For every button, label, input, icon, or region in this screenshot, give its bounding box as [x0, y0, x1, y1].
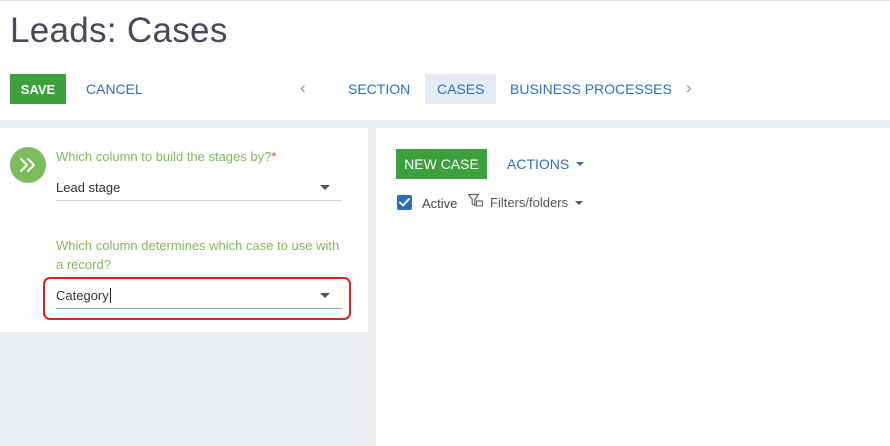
required-mark: *	[271, 149, 277, 164]
caret-down-icon	[575, 200, 584, 205]
stage-column-dropdown[interactable]: Lead stage	[56, 175, 342, 201]
page-title: Leads: Cases	[10, 11, 228, 50]
active-checkbox[interactable]	[397, 195, 412, 210]
caret-down-icon	[576, 162, 585, 166]
cancel-button[interactable]: CANCEL	[78, 74, 151, 104]
text-cursor	[109, 288, 111, 303]
chevron-right-icon[interactable]: ›	[686, 78, 692, 98]
tab-section[interactable]: SECTION	[336, 74, 422, 104]
case-column-dropdown[interactable]: Category	[56, 283, 342, 309]
chevron-left-icon[interactable]: ‹	[300, 78, 306, 98]
double-chevron-right-icon	[10, 147, 46, 183]
new-case-button[interactable]: NEW CASE	[396, 149, 487, 179]
stage-column-label: Which column to build the stages by?*	[56, 147, 276, 166]
case-column-value: Category	[56, 288, 109, 303]
filters-folders-button[interactable]: Filters/folders	[467, 193, 584, 212]
caret-down-icon[interactable]	[320, 293, 330, 298]
stage-column-label-text: Which column to build the stages by?	[56, 149, 272, 164]
actions-button[interactable]: ACTIONS	[507, 149, 585, 179]
active-label: Active	[422, 196, 458, 211]
actions-label: ACTIONS	[507, 156, 570, 172]
case-column-label: Which column determines which case to us…	[56, 238, 340, 272]
filter-icon	[467, 193, 484, 212]
caret-down-icon[interactable]	[320, 185, 330, 190]
tab-business-processes[interactable]: BUSINESS PROCESSES	[498, 74, 684, 104]
tab-cases[interactable]: CASES	[425, 74, 497, 104]
save-button[interactable]: SAVE	[10, 74, 66, 104]
checkmark-icon	[399, 198, 410, 207]
filters-folders-label: Filters/folders	[490, 195, 569, 210]
stage-column-value: Lead stage	[56, 180, 121, 195]
